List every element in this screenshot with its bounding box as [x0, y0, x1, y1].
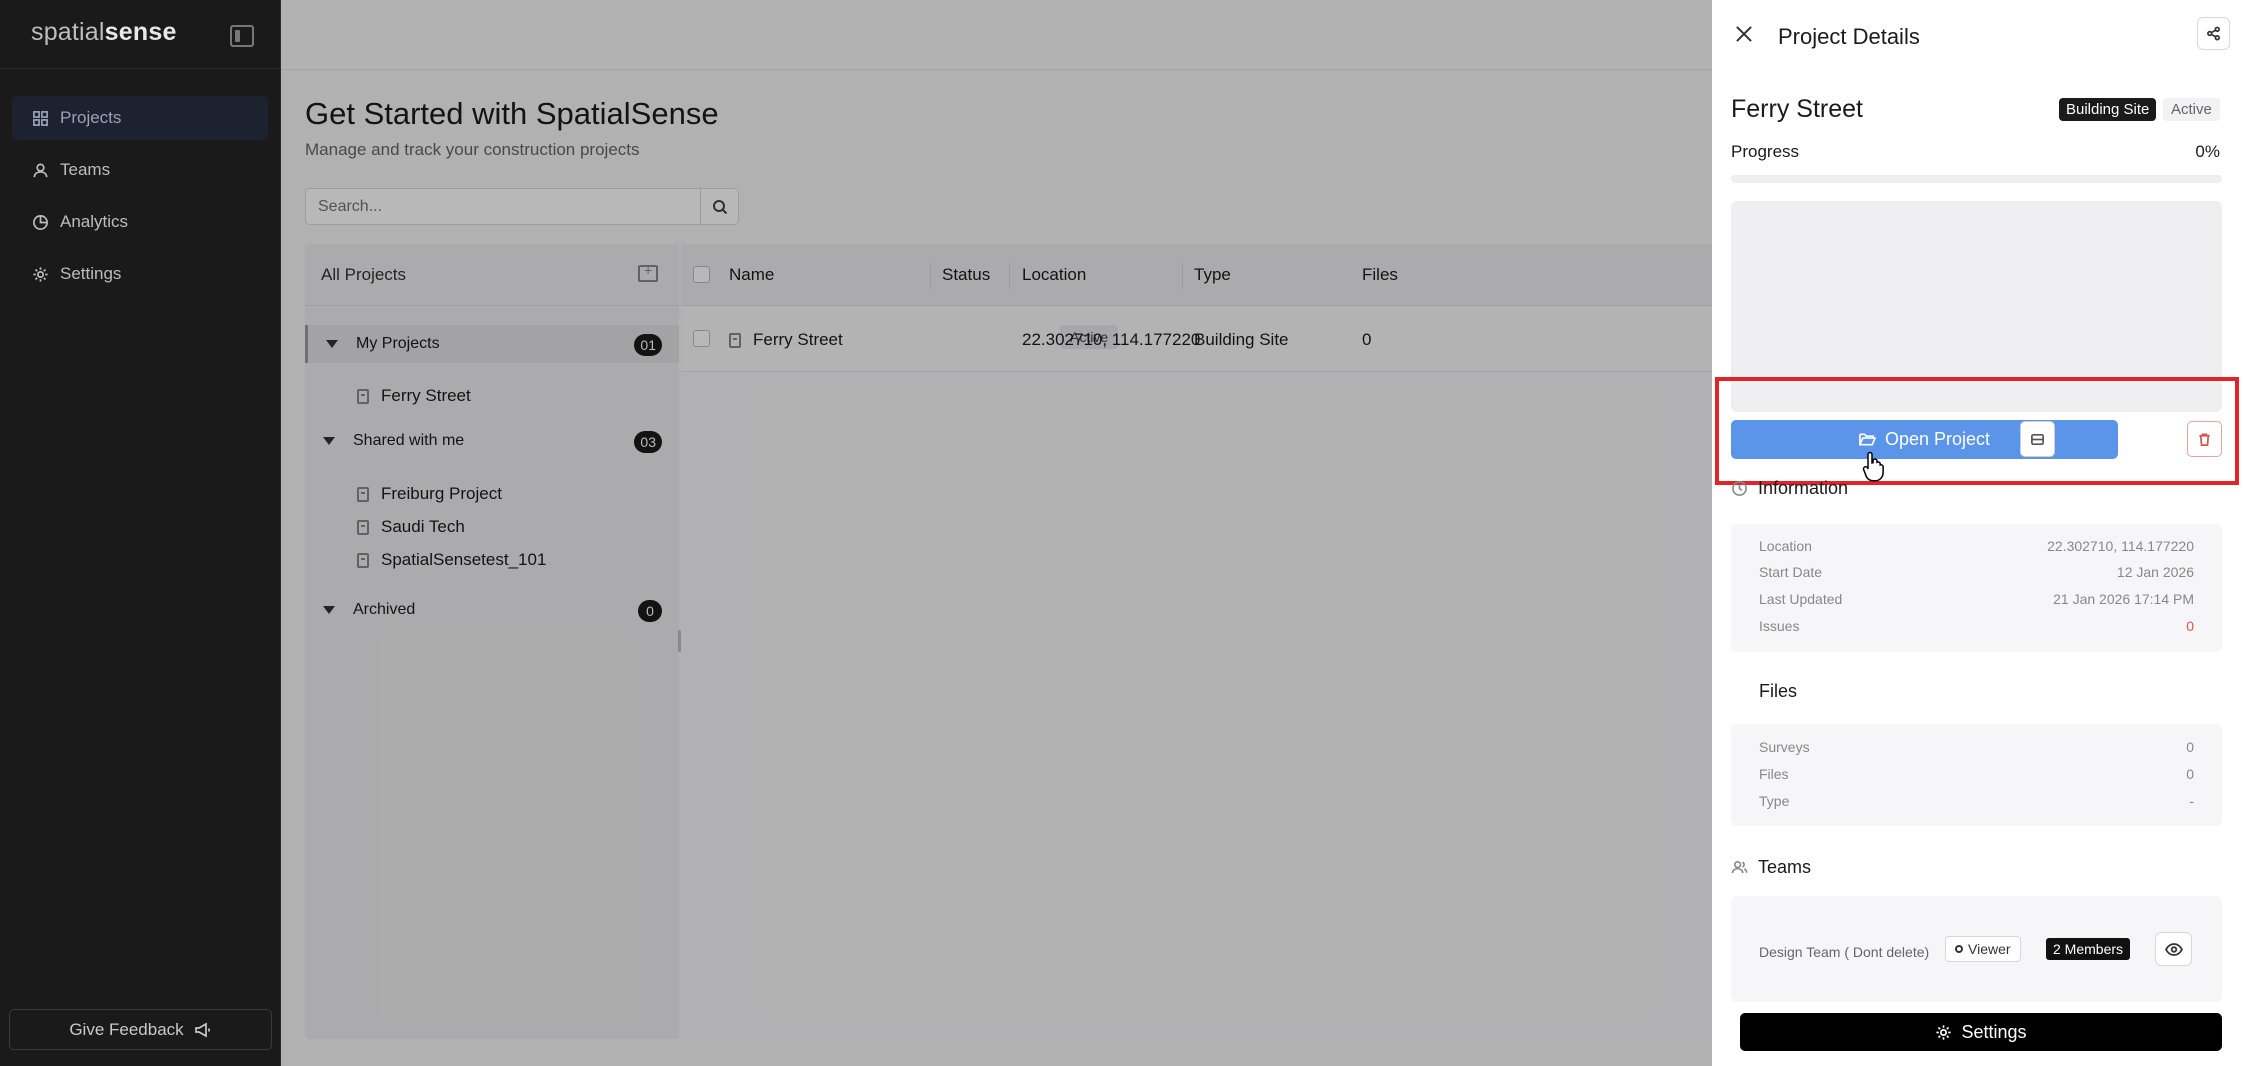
- progress-label: Progress: [1731, 142, 1800, 161]
- project-name: Ferry Street: [1731, 95, 1863, 123]
- settings-label: Settings: [1961, 1021, 2027, 1042]
- info-value-last-updated: 21 Jan 2026 17:14 PM: [2053, 591, 2194, 607]
- view-team-button[interactable]: [2155, 932, 2192, 966]
- gear-icon: [1936, 1024, 1952, 1040]
- sidebar-item-label: Projects: [60, 108, 122, 127]
- members-badge: 2 Members: [2046, 938, 2131, 960]
- files-key-files: Files: [1759, 766, 1789, 782]
- grid-icon: [33, 110, 48, 126]
- files-value-type: -: [2189, 793, 2194, 809]
- files-section-header: Files: [1759, 681, 1797, 702]
- role-badge: Viewer: [1945, 936, 2021, 962]
- project-settings-button[interactable]: Settings: [1740, 1013, 2222, 1051]
- files-value-files: 0: [2186, 766, 2194, 782]
- teams-section-header: Teams: [1731, 857, 1811, 878]
- files-value-surveys: 0: [2186, 739, 2194, 755]
- files-key-surveys: Surveys: [1759, 739, 1810, 755]
- sidebar-item-analytics[interactable]: Analytics: [12, 200, 268, 244]
- share-button[interactable]: [2197, 17, 2230, 50]
- close-icon[interactable]: [1734, 24, 1754, 44]
- info-key-last-updated: Last Updated: [1759, 591, 1843, 607]
- panel-title: Project Details: [1778, 24, 1920, 49]
- type-badge: Building Site: [2059, 98, 2157, 121]
- sidebar-item-projects[interactable]: Projects: [12, 96, 268, 140]
- information-box: Location 22.302710, 114.177220 Start Dat…: [1731, 524, 2222, 652]
- role-label: Viewer: [1968, 941, 2011, 957]
- give-feedback-button[interactable]: Give Feedback: [9, 1009, 272, 1050]
- info-key-start-date: Start Date: [1759, 564, 1823, 580]
- sidebar-toggle-icon[interactable]: [230, 25, 254, 47]
- team-card: Design Team ( Dont delete) Viewer 2 Memb…: [1731, 896, 2222, 1002]
- info-value-start-date: 12 Jan 2026: [2116, 564, 2194, 580]
- eye-icon: [2164, 942, 2183, 956]
- modal-backdrop[interactable]: [281, 0, 1712, 1066]
- section-heading: Files: [1759, 681, 1798, 701]
- sidebar: spatialsense Projects Teams Analytics Se…: [0, 0, 281, 1066]
- info-value-location: 22.302710, 114.177220: [2047, 538, 2194, 554]
- info-key-location: Location: [1759, 538, 1812, 554]
- sidebar-item-label: Analytics: [60, 212, 129, 231]
- clock-icon: [1732, 481, 1747, 496]
- app-logo: spatialsense: [31, 18, 177, 46]
- progress-bar: [1731, 175, 2222, 183]
- info-value-issues: 0: [2186, 618, 2194, 634]
- sidebar-nav: Projects Teams Analytics Settings: [12, 96, 268, 304]
- feedback-label: Give Feedback: [69, 1019, 184, 1039]
- sidebar-item-teams[interactable]: Teams: [12, 148, 268, 192]
- megaphone-icon: [194, 1022, 210, 1037]
- progress-value: 0%: [2195, 142, 2220, 161]
- files-key-type: Type: [1759, 793, 1790, 809]
- information-section-header: Information: [1731, 478, 1848, 499]
- team-name: Design Team ( Dont delete): [1759, 944, 1930, 960]
- highlight-box: [1715, 377, 2239, 485]
- sidebar-item-label: Teams: [60, 160, 111, 179]
- info-key-issues: Issues: [1759, 618, 1800, 634]
- gear-icon: [33, 266, 48, 282]
- section-heading: Teams: [1758, 857, 1812, 877]
- users-icon: [1731, 861, 1748, 874]
- pie-chart-icon: [33, 214, 48, 230]
- sidebar-divider: [0, 68, 281, 69]
- project-details-panel: Project Details Ferry Street Building Si…: [1712, 0, 2243, 1066]
- sidebar-item-settings[interactable]: Settings: [12, 252, 268, 296]
- eye-icon: [1955, 945, 1963, 953]
- hand-cursor-icon: [1862, 451, 1884, 482]
- share-icon: [2207, 26, 2220, 41]
- user-icon: [33, 163, 48, 177]
- section-heading: Information: [1758, 478, 1849, 498]
- files-box: Surveys 0 Files 0 Type -: [1731, 724, 2222, 826]
- status-badge: Active: [2163, 98, 2220, 121]
- sidebar-item-label: Settings: [60, 264, 122, 283]
